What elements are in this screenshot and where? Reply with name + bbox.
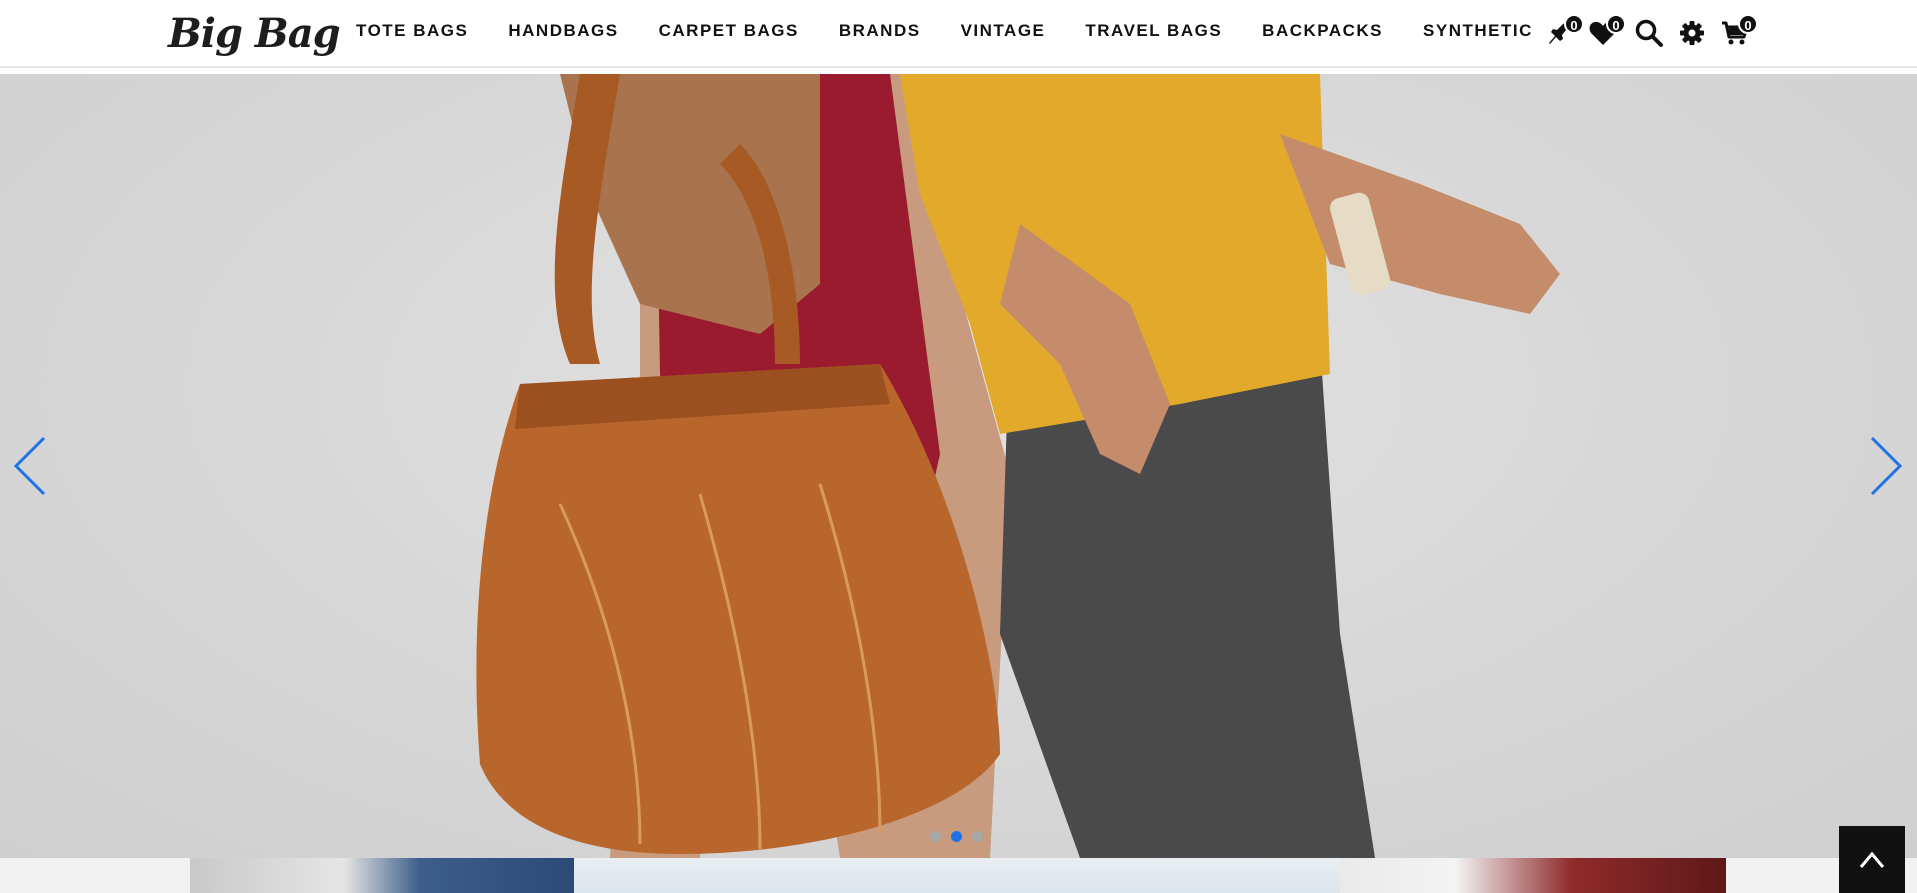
wishlist-button[interactable]: 0 — [1588, 14, 1626, 48]
nav-item-synthetic[interactable]: SYNTHETIC — [1423, 19, 1533, 43]
hero-slide-image — [476, 74, 1560, 858]
nav-item-carpet-bags[interactable]: CARPET BAGS — [659, 19, 799, 43]
chevron-up-icon — [1859, 851, 1885, 868]
slider-dot-2[interactable] — [951, 831, 962, 842]
header-icons: 0 0 0 — [1546, 12, 1766, 52]
chevron-right-icon — [1870, 436, 1903, 496]
nav-item-brands[interactable]: BRANDS — [839, 19, 921, 43]
promo-banner-1[interactable] — [190, 858, 574, 893]
promo-banner-2[interactable] — [574, 858, 1340, 893]
site-logo[interactable]: Big Bag — [168, 10, 341, 57]
site-header: Big Bag TOTE BAGS HANDBAGS CARPET BAGS B… — [0, 0, 1917, 68]
search-button[interactable] — [1634, 18, 1664, 48]
cart-button[interactable]: 0 — [1720, 14, 1758, 48]
slider-prev-button[interactable] — [10, 434, 50, 498]
back-to-top-button[interactable] — [1839, 826, 1905, 893]
slider-dot-3[interactable] — [972, 831, 983, 842]
promo-banner-3[interactable] — [1340, 858, 1726, 893]
slider-next-button[interactable] — [1866, 434, 1906, 498]
wishlist-count-badge: 0 — [1606, 14, 1626, 34]
nav-item-handbags[interactable]: HANDBAGS — [508, 19, 618, 43]
compare-count-badge: 0 — [1564, 14, 1584, 34]
main-nav: TOTE BAGS HANDBAGS CARPET BAGS BRANDS VI… — [340, 19, 1573, 43]
chevron-left-icon — [13, 436, 46, 496]
nav-item-tote-bags[interactable]: TOTE BAGS — [356, 19, 468, 43]
cart-count-badge: 0 — [1738, 14, 1758, 34]
compare-button[interactable]: 0 — [1546, 14, 1584, 48]
slider-dot-1[interactable] — [930, 831, 941, 842]
gear-icon — [1680, 21, 1704, 45]
nav-item-backpacks[interactable]: BACKPACKS — [1262, 19, 1383, 43]
settings-button[interactable] — [1677, 18, 1707, 48]
nav-item-travel-bags[interactable]: TRAVEL BAGS — [1085, 19, 1222, 43]
hero-slider — [0, 74, 1917, 858]
slider-pagination — [930, 831, 993, 842]
search-icon — [1635, 19, 1663, 47]
nav-item-vintage[interactable]: VINTAGE — [961, 19, 1046, 43]
